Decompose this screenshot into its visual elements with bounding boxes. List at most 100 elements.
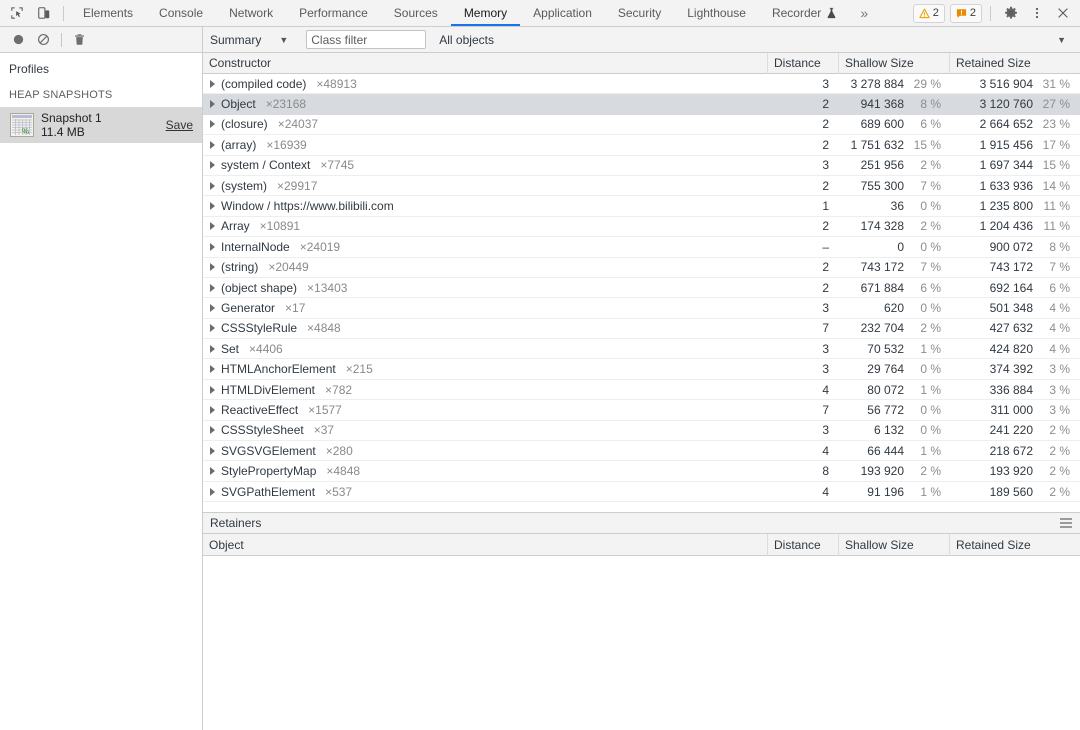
cell-retained-size-value: 1 204 436	[980, 219, 1033, 233]
table-row[interactable]: SVGPathElement×537491 1961 %189 5602 %	[203, 482, 1080, 502]
expand-triangle-icon[interactable]	[210, 161, 215, 169]
expand-triangle-icon[interactable]	[210, 202, 215, 210]
expand-triangle-icon[interactable]	[210, 406, 215, 414]
cell-constructor: (string)×20449	[203, 258, 767, 277]
tab-console[interactable]: Console	[146, 0, 216, 26]
cell-distance: 3	[767, 421, 838, 440]
tab-lighthouse[interactable]: Lighthouse	[674, 0, 759, 26]
view-select[interactable]: Summary ▼	[210, 33, 292, 47]
table-row[interactable]: SVGSVGElement×280466 4441 %218 6722 %	[203, 441, 1080, 461]
table-row[interactable]: Window / https://www.bilibili.com1360 %1…	[203, 196, 1080, 216]
constructors-grid-body[interactable]: (compiled code)×4891333 278 88429 %3 516…	[203, 74, 1080, 512]
retainers-empty-area	[203, 556, 1080, 730]
table-row[interactable]: StylePropertyMap×48488193 9202 %193 9202…	[203, 461, 1080, 481]
warnings-badge[interactable]: 2	[913, 4, 945, 23]
objects-select[interactable]: All objects ▼	[439, 33, 1080, 47]
expand-triangle-icon[interactable]	[210, 324, 215, 332]
expand-triangle-icon[interactable]	[210, 141, 215, 149]
constructor-count: ×782	[325, 383, 352, 397]
tab-performance[interactable]: Performance	[286, 0, 381, 26]
issues-badge[interactable]: 2	[950, 4, 982, 23]
snapshot-list-item[interactable]: % Snapshot 1 11.4 MB Save	[0, 107, 202, 143]
retainers-menu-icon[interactable]	[1060, 518, 1072, 528]
record-button[interactable]	[6, 27, 31, 52]
table-row[interactable]: (closure)×240372689 6006 %2 664 65223 %	[203, 115, 1080, 135]
table-row[interactable]: (string)×204492743 1727 %743 1727 %	[203, 258, 1080, 278]
expand-triangle-icon[interactable]	[210, 304, 215, 312]
column-header-constructor[interactable]: Constructor	[203, 53, 767, 74]
cell-shallow-size: 6 1320 %	[838, 421, 949, 440]
expand-triangle-icon[interactable]	[210, 426, 215, 434]
table-row[interactable]: CSSStyleSheet×3736 1320 %241 2202 %	[203, 421, 1080, 441]
expand-triangle-icon[interactable]	[210, 243, 215, 251]
table-row[interactable]: Generator×1736200 %501 3484 %	[203, 298, 1080, 318]
delete-profile-button[interactable]	[67, 27, 92, 52]
cell-retained-size-percent: 2 %	[1040, 444, 1070, 458]
settings-gear-icon[interactable]	[998, 0, 1024, 26]
column-header-shallow-size[interactable]: Shallow Size	[838, 53, 949, 74]
retainers-title-bar: Retainers	[203, 512, 1080, 534]
tab-security[interactable]: Security	[605, 0, 674, 26]
retainers-column-shallow-size[interactable]: Shallow Size	[838, 534, 949, 556]
expand-triangle-icon[interactable]	[210, 120, 215, 128]
cell-retained-size-percent: 17 %	[1040, 138, 1070, 152]
tab-application[interactable]: Application	[520, 0, 605, 26]
snapshot-save-link[interactable]: Save	[166, 118, 193, 132]
retainers-column-retained-size[interactable]: Retained Size	[949, 534, 1080, 556]
retainers-column-distance[interactable]: Distance	[767, 534, 838, 556]
inspect-element-icon[interactable]	[3, 0, 30, 26]
tab-network[interactable]: Network	[216, 0, 286, 26]
tab-elements[interactable]: Elements	[70, 0, 146, 26]
expand-triangle-icon[interactable]	[210, 386, 215, 394]
column-header-retained-size[interactable]: Retained Size	[949, 53, 1080, 74]
table-row[interactable]: (compiled code)×4891333 278 88429 %3 516…	[203, 74, 1080, 94]
table-row[interactable]: (object shape)×134032671 8846 %692 1646 …	[203, 278, 1080, 298]
expand-triangle-icon[interactable]	[210, 182, 215, 190]
tab-recorder[interactable]: Recorder	[759, 0, 850, 26]
table-row[interactable]: Array×108912174 3282 %1 204 43611 %	[203, 217, 1080, 237]
cell-shallow-size-value: 80 072	[867, 383, 904, 397]
table-row[interactable]: (array)×1693921 751 63215 %1 915 45617 %	[203, 135, 1080, 155]
memory-panel: Profiles HEAP SNAPSHOTS %	[0, 27, 1080, 730]
tab-memory[interactable]: Memory	[451, 0, 520, 26]
cell-retained-size: 189 5602 %	[949, 482, 1080, 501]
inspect-element-glyph	[10, 6, 24, 20]
close-icon[interactable]	[1050, 0, 1076, 26]
expand-triangle-icon[interactable]	[210, 100, 215, 108]
column-header-distance[interactable]: Distance	[767, 53, 838, 74]
expand-triangle-icon[interactable]	[210, 222, 215, 230]
cell-constructor: SVGSVGElement×280	[203, 441, 767, 460]
retainers-column-object[interactable]: Object	[203, 534, 767, 556]
expand-triangle-icon[interactable]	[210, 488, 215, 496]
expand-triangle-icon[interactable]	[210, 345, 215, 353]
device-toolbar-icon[interactable]	[30, 0, 57, 26]
class-filter-input[interactable]	[306, 30, 426, 49]
cell-constructor: Array×10891	[203, 217, 767, 236]
table-row[interactable]: Object×231682941 3688 %3 120 76027 %	[203, 94, 1080, 114]
more-tabs-icon[interactable]: »	[850, 0, 878, 26]
expand-triangle-icon[interactable]	[210, 467, 215, 475]
table-row[interactable]: ReactiveEffect×1577756 7720 %311 0003 %	[203, 400, 1080, 420]
table-row[interactable]: (system)×299172755 3007 %1 633 93614 %	[203, 176, 1080, 196]
expand-triangle-icon[interactable]	[210, 80, 215, 88]
constructor-count: ×215	[346, 362, 373, 376]
cell-retained-size-percent: 2 %	[1040, 485, 1070, 499]
expand-triangle-icon[interactable]	[210, 284, 215, 292]
expand-triangle-icon[interactable]	[210, 447, 215, 455]
tab-sources[interactable]: Sources	[381, 0, 451, 26]
expand-triangle-icon[interactable]	[210, 263, 215, 271]
table-row[interactable]: InternalNode×24019–00 %900 0728 %	[203, 237, 1080, 257]
table-row[interactable]: HTMLDivElement×782480 0721 %336 8843 %	[203, 380, 1080, 400]
tab-label: Elements	[83, 6, 133, 20]
expand-triangle-icon[interactable]	[210, 365, 215, 373]
more-options-icon[interactable]	[1024, 0, 1050, 26]
snapshot-size: 11.4 MB	[41, 125, 102, 139]
table-row[interactable]: HTMLAnchorElement×215329 7640 %374 3923 …	[203, 359, 1080, 379]
snapshot-thumbnail-icon: %	[10, 113, 34, 137]
cell-constructor: Generator×17	[203, 298, 767, 317]
cell-distance: 2	[767, 94, 838, 113]
table-row[interactable]: Set×4406370 5321 %424 8204 %	[203, 339, 1080, 359]
clear-profiles-button[interactable]	[31, 27, 56, 52]
table-row[interactable]: CSSStyleRule×48487232 7042 %427 6324 %	[203, 319, 1080, 339]
table-row[interactable]: system / Context×77453251 9562 %1 697 34…	[203, 156, 1080, 176]
